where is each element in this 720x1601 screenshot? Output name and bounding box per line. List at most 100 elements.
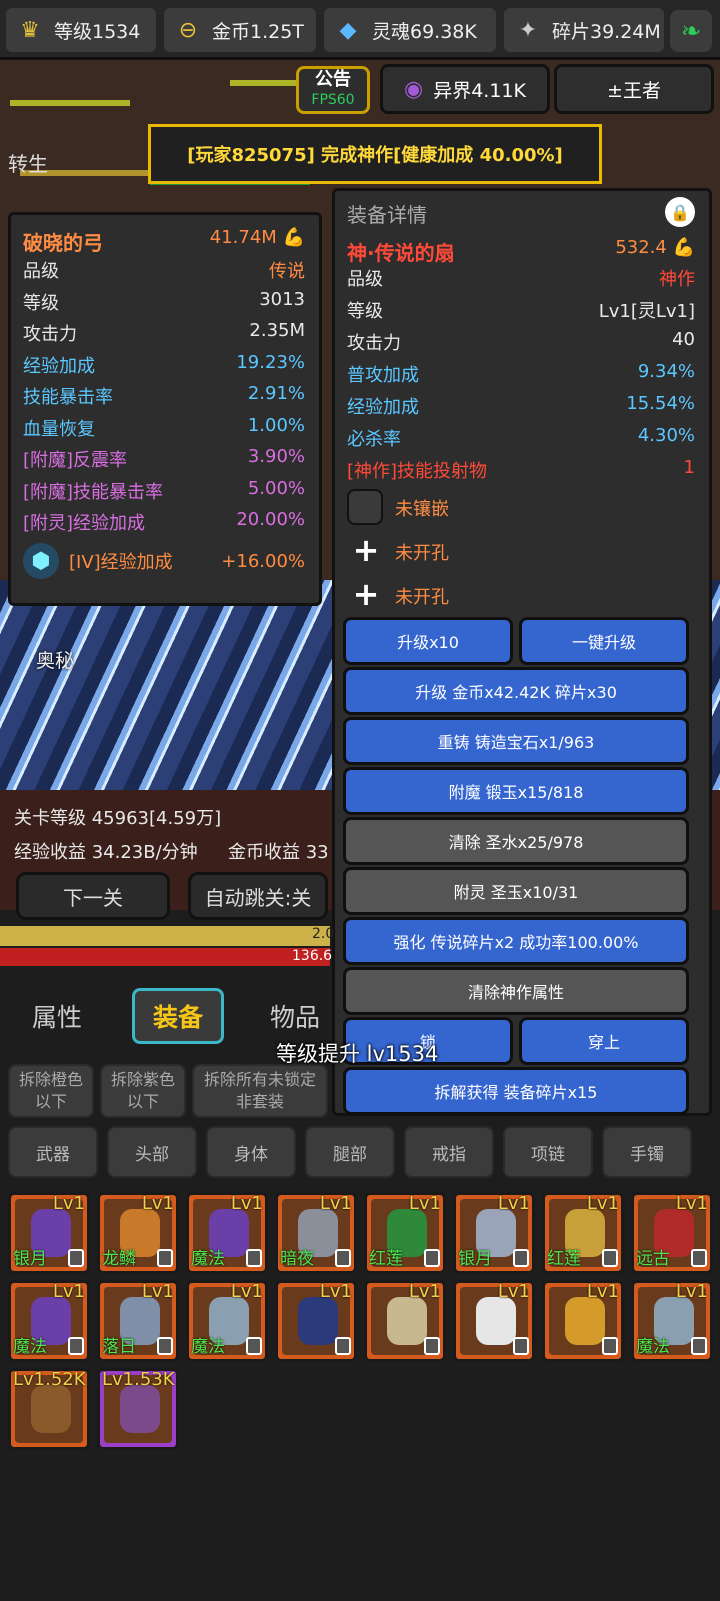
plus-icon[interactable]: + xyxy=(349,531,383,569)
detail-stat-value: 40 xyxy=(672,329,695,350)
tab-items[interactable]: 物品 xyxy=(270,998,320,1034)
tab-equipment[interactable]: 装备 xyxy=(132,988,224,1044)
inventory-item[interactable]: Lv1 xyxy=(453,1280,535,1362)
gold-text: 金币1.25T xyxy=(212,20,304,43)
inventory-item[interactable]: Lv1 魔法 xyxy=(186,1280,268,1362)
inventory-item[interactable]: Lv1 xyxy=(364,1280,446,1362)
equip-button[interactable]: 穿上 xyxy=(519,1017,689,1065)
compare-stat-row: 血量恢复 1.00% xyxy=(23,415,305,441)
inventory-item[interactable]: Lv1 红莲 xyxy=(364,1192,446,1274)
gem-row: ⬢ [IV]经验加成 +16.00% xyxy=(23,543,305,579)
spirit-button[interactable]: 附灵 圣玉x10/31 xyxy=(343,867,689,915)
category-tab[interactable]: 项链 xyxy=(503,1126,593,1178)
clear-button[interactable]: 清除 圣水x25/978 xyxy=(343,817,689,865)
compare-item-name: 破晓的弓 xyxy=(23,231,103,255)
announce-button[interactable]: 公告 FPS60 xyxy=(296,66,370,114)
item-name: 红莲 xyxy=(369,1249,403,1269)
menu-leaf-icon[interactable]: ❧ xyxy=(670,10,712,52)
detail-stat-label: 等级 xyxy=(347,301,383,322)
vortex-icon: ◉ xyxy=(404,76,424,102)
lock-icon[interactable]: 🔒 xyxy=(665,197,695,227)
lock-icon xyxy=(513,1249,529,1267)
category-tab[interactable]: 身体 xyxy=(206,1126,296,1178)
soul-flame-icon: ◆ xyxy=(339,17,357,43)
inventory-item[interactable]: Lv1 红莲 xyxy=(542,1192,624,1274)
inventory-item[interactable]: Lv1 龙鳞 xyxy=(97,1192,179,1274)
inventory-item[interactable]: Lv1 银月 xyxy=(453,1192,535,1274)
compare-stat-row: 技能暴击率 2.91% xyxy=(23,383,305,409)
item-name: 魔法 xyxy=(191,1337,225,1357)
inventory-item[interactable]: Lv1 魔法 xyxy=(631,1280,713,1362)
clear-divine-button[interactable]: 清除神作属性 xyxy=(343,967,689,1015)
equipment-detail-panel: 装备详情 🔒 神·传说的扇 532.4 💪 品级 神作 等级 Lv1[灵Lv1] 攻击力… xyxy=(332,188,712,1116)
lock-icon xyxy=(602,1337,618,1355)
level-text: 等级1534 xyxy=(54,20,141,43)
compare-stat-row: 攻击力 2.35M xyxy=(23,320,305,346)
tab-attributes[interactable]: 属性 xyxy=(32,998,82,1034)
compare-stat-value: 3013 xyxy=(259,288,305,310)
inventory-item[interactable]: Lv1 xyxy=(542,1280,624,1362)
upgrade-x10-button[interactable]: 升级x10 xyxy=(343,617,513,665)
compare-stat-value: 19.23% xyxy=(236,351,305,373)
otherworld-button[interactable]: ◉ 异界4.11K xyxy=(380,64,550,114)
next-stage-button[interactable]: 下一关 xyxy=(16,872,170,920)
exp-progress-text: 2.0 xyxy=(312,926,335,942)
inventory-item[interactable]: Lv1.53K xyxy=(97,1368,179,1450)
socket-slot-empty[interactable] xyxy=(347,489,383,525)
category-tab[interactable]: 戒指 xyxy=(404,1126,494,1178)
compare-stat-label: 等级 xyxy=(23,292,59,314)
gold-income: 金币收益 33 xyxy=(228,842,329,863)
exp-progress-bar xyxy=(0,926,330,946)
upgrade-cost-button[interactable]: 升级 金币x42.42K 碎片x30 xyxy=(343,667,689,715)
detail-stat-row: 普攻加成 9.34% xyxy=(347,361,695,387)
equipment-icon xyxy=(298,1297,338,1345)
dismantle-unlocked-button[interactable]: 拆除所有未锁定非套装 xyxy=(192,1064,328,1118)
socket-closed-label-2: 未开孔 xyxy=(395,587,449,608)
inventory-item[interactable]: Lv1 远古 xyxy=(631,1192,713,1274)
enchant-button[interactable]: 附魔 锻玉x15/818 xyxy=(343,767,689,815)
detail-stat-value: 神作 xyxy=(659,269,695,290)
lock-icon xyxy=(68,1337,84,1355)
inventory-item[interactable]: Lv1.52K xyxy=(8,1368,90,1450)
auto-skip-button[interactable]: 自动跳关:关 xyxy=(188,872,328,920)
item-name: 龙鳞 xyxy=(102,1249,136,1269)
inventory-item[interactable]: Lv1 暗夜 xyxy=(275,1192,357,1274)
category-tab[interactable]: 头部 xyxy=(107,1126,197,1178)
socket-closed-label-1: 未开孔 xyxy=(395,543,449,564)
compare-item-power-wrap: 41.74M 💪 xyxy=(210,227,305,256)
category-tab[interactable]: 腿部 xyxy=(305,1126,395,1178)
compare-stat-label: 血量恢复 xyxy=(23,418,95,440)
king-button[interactable]: ±王者 xyxy=(554,64,714,114)
detail-stat-label: 普攻加成 xyxy=(347,365,419,386)
muscle-icon: 💪 xyxy=(282,227,305,248)
hp-progress-text: 136.6 xyxy=(292,948,333,964)
coin-icon: ⊖ xyxy=(178,17,198,43)
inventory-item[interactable]: Lv1 魔法 xyxy=(8,1280,90,1362)
compare-stat-label: 攻击力 xyxy=(23,324,77,345)
inventory-item[interactable]: Lv1 落日 xyxy=(97,1280,179,1362)
compare-stat-value: 传说 xyxy=(269,261,305,282)
detail-item-name: 神·传说的扇 xyxy=(347,241,455,265)
reforge-button[interactable]: 重铸 铸造宝石x1/963 xyxy=(343,717,689,765)
inventory-item[interactable]: Lv1 魔法 xyxy=(186,1192,268,1274)
exp-income: 经验收益 34.23B/分钟 xyxy=(14,842,198,863)
rebirth-label[interactable]: 转生 xyxy=(8,148,48,177)
compare-item-power: 41.74M xyxy=(209,227,277,248)
inventory-item[interactable]: Lv1 xyxy=(275,1280,357,1362)
category-tab[interactable]: 手镯 xyxy=(602,1126,692,1178)
one-click-upgrade-button[interactable]: 一键升级 xyxy=(519,617,689,665)
dismantle-orange-button[interactable]: 拆除橙色以下 xyxy=(8,1064,94,1118)
hp-progress-bar xyxy=(0,948,330,966)
lock-icon xyxy=(424,1249,440,1267)
plus-icon[interactable]: + xyxy=(349,575,383,613)
dismantle-button[interactable]: 拆解获得 装备碎片x15 xyxy=(343,1067,689,1115)
item-level: Lv1 xyxy=(230,1193,263,1214)
gem-label: [IV]经验加成 xyxy=(69,552,173,573)
dismantle-purple-button[interactable]: 拆除紫色以下 xyxy=(100,1064,186,1118)
strengthen-button[interactable]: 强化 传说碎片x2 成功率100.00% xyxy=(343,917,689,965)
item-name: 暗夜 xyxy=(280,1249,314,1269)
category-tab[interactable]: 武器 xyxy=(8,1126,98,1178)
item-level: Lv1 xyxy=(408,1281,441,1302)
inventory-item[interactable]: Lv1 银月 xyxy=(8,1192,90,1274)
mystery-label[interactable]: 奥秘 xyxy=(36,646,74,673)
